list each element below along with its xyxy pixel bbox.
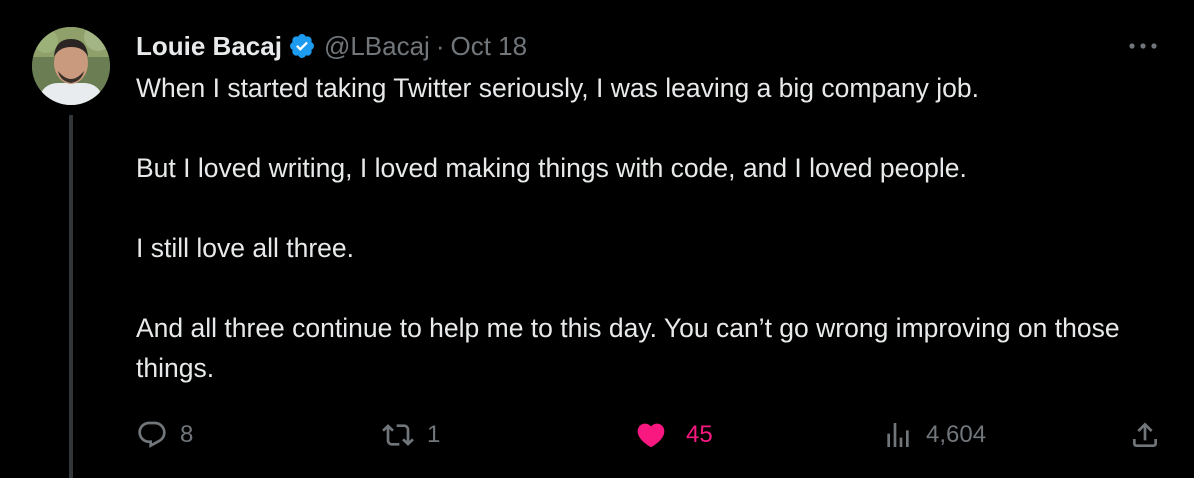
verified-badge-icon[interactable] (288, 32, 316, 60)
tweet-paragraph: But I loved writing, I loved making thin… (136, 153, 967, 183)
tweet-paragraph: I still love all three. (136, 233, 354, 263)
display-name[interactable]: Louie Bacaj (136, 31, 282, 62)
avatar[interactable] (32, 27, 110, 105)
tweet[interactable]: Louie Bacaj @LBacaj · Oct 18 When I star… (0, 0, 1194, 478)
thread-line (69, 115, 73, 478)
tweet-paragraph: And all three continue to help me to thi… (136, 313, 1120, 383)
like-count: 45 (686, 421, 713, 448)
reply-count: 8 (180, 421, 194, 448)
tweet-text: When I started taking Twitter seriously,… (136, 68, 1166, 388)
separator-dot: · (435, 30, 445, 61)
share-icon (1128, 419, 1162, 451)
views-button[interactable]: 4,604 (882, 412, 986, 458)
retweet-button[interactable]: 1 (381, 412, 440, 458)
tweet-actions: 8 1 45 4,604 (136, 412, 1166, 458)
retweet-count: 1 (427, 421, 441, 448)
views-count: 4,604 (926, 421, 987, 448)
more-horizontal-icon[interactable] (1126, 32, 1160, 60)
tweet-paragraph: When I started taking Twitter seriously,… (136, 73, 980, 103)
reply-icon (136, 419, 168, 451)
share-button[interactable] (1128, 412, 1162, 458)
tweet-header: Louie Bacaj @LBacaj · Oct 18 (136, 26, 527, 66)
retweet-icon (381, 419, 415, 451)
tweet-date[interactable]: Oct 18 (451, 31, 528, 62)
views-bar-chart-icon (882, 419, 914, 451)
heart-filled-icon (634, 419, 668, 451)
author-handle[interactable]: @LBacaj (324, 31, 430, 62)
like-button[interactable]: 45 (634, 412, 713, 458)
reply-button[interactable]: 8 (136, 412, 193, 458)
